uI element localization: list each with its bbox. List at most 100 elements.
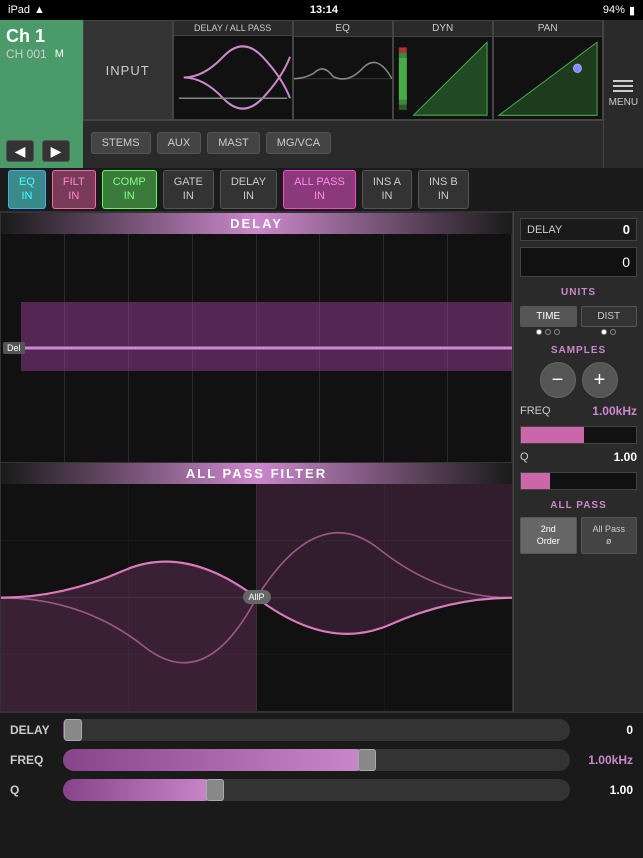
prev-button[interactable]: ◀: [6, 140, 34, 162]
q-slider-track[interactable]: [63, 779, 570, 801]
allpass-panel: ALL PASS FILTER: [0, 463, 513, 713]
mast-button[interactable]: MAST: [207, 132, 260, 154]
status-time: 13:14: [310, 4, 338, 16]
radio-dot-3: [554, 329, 560, 335]
delay-display-box[interactable]: 0: [520, 247, 637, 277]
time-unit-group: TIME: [520, 306, 577, 335]
allpass-order-row: 2ndOrder All Passø: [520, 517, 637, 554]
ins-b-button[interactable]: INS BIN: [418, 170, 469, 208]
freq-slider-value: 1.00kHz: [578, 753, 633, 767]
delay-display: Del: [1, 234, 512, 462]
input-box: INPUT: [83, 20, 173, 120]
battery-icon: ▮: [629, 4, 635, 17]
delay-display-value: 0: [622, 254, 630, 270]
time-button[interactable]: TIME: [520, 306, 577, 327]
delay-allpass-label: DELAY / ALL PASS: [174, 21, 292, 36]
menu-button[interactable]: MENU: [603, 20, 643, 168]
freq-slider-fill: [63, 749, 367, 771]
radio-dot-2: [545, 329, 551, 335]
stems-button[interactable]: STEMS: [91, 132, 151, 154]
freq-slider-thumb[interactable]: [358, 749, 376, 771]
delay-allpass-box[interactable]: DELAY / ALL PASS: [173, 20, 293, 120]
menu-label: MENU: [609, 97, 638, 108]
samples-plus-button[interactable]: +: [582, 362, 618, 398]
plugin-row: EQIN FILTIN COMPIN GATEIN DELAYIN ALL PA…: [0, 168, 643, 212]
delay-panel-title: DELAY: [1, 213, 512, 234]
delay-slider-row: DELAY 0: [10, 719, 633, 741]
channel-number: CH 001: [6, 47, 47, 61]
units-label: UNITS: [520, 287, 637, 298]
freq-row: FREQ 1.00kHz: [520, 404, 637, 418]
freq-mini-slider[interactable]: [520, 426, 637, 444]
freq-slider-label: FREQ: [10, 753, 55, 767]
ipad-label: iPad: [8, 4, 30, 16]
radio-dot-5: [610, 329, 616, 335]
freq-label: FREQ: [520, 405, 551, 417]
bottom-sliders: DELAY 0 FREQ 1.00kHz Q 1.00: [0, 712, 643, 822]
delay-in-button[interactable]: DELAYIN: [220, 170, 277, 208]
delay-line: [21, 346, 512, 349]
status-left: iPad ▲: [8, 4, 45, 16]
dyn-label: DYN: [394, 21, 492, 37]
delay-slider-label: DELAY: [10, 723, 55, 737]
header-nav-row: STEMS AUX MAST MG/VCA: [83, 120, 603, 164]
allpass-phi-button[interactable]: All Passø: [581, 517, 638, 554]
q-slider-fill: [63, 779, 215, 801]
comp-in-button[interactable]: COMPIN: [102, 170, 157, 208]
delay-panel: DELAY Del: [0, 212, 513, 463]
allpass-right-label: ALL PASS: [520, 500, 637, 511]
freq-value: 1.00kHz: [592, 404, 637, 418]
aux-button[interactable]: AUX: [157, 132, 202, 154]
delay-slider-thumb[interactable]: [64, 719, 82, 741]
q-slider-value: 1.00: [578, 783, 633, 797]
radio-dot-4: [601, 329, 607, 335]
allpass-display: AllP: [1, 484, 512, 712]
header-middle: INPUT DELAY / ALL PASS: [83, 20, 603, 168]
order-2nd-button[interactable]: 2ndOrder: [520, 517, 577, 554]
allpass-tag: AllP: [242, 590, 270, 604]
eq-in-button[interactable]: EQIN: [8, 170, 46, 208]
q-slider-thumb[interactable]: [206, 779, 224, 801]
q-slider-fill: [521, 473, 550, 489]
allpass-in-button[interactable]: ALL PASSIN: [283, 170, 356, 208]
status-bar: iPad ▲ 13:14 94% ▮: [0, 0, 643, 20]
q-label: Q: [520, 451, 529, 463]
delay-allpass-visual: [174, 36, 292, 119]
eq-label: EQ: [294, 21, 392, 37]
right-panel: DELAY 0 0 UNITS TIME DIST: [513, 212, 643, 712]
status-right: 94% ▮: [603, 4, 635, 17]
eq-box[interactable]: EQ: [293, 20, 393, 120]
dist-button[interactable]: DIST: [581, 306, 638, 327]
delay-slider-value: 0: [578, 723, 633, 737]
delay-value-box: DELAY 0: [520, 218, 637, 241]
delay-slider-track[interactable]: [63, 719, 570, 741]
channel-m-label: M: [55, 48, 64, 60]
time-radio-dots: [520, 329, 577, 335]
next-button[interactable]: ▶: [42, 140, 70, 162]
filt-in-button[interactable]: FILTIN: [52, 170, 96, 208]
channel-box: Ch 1 CH 001 M ◀ ▶: [0, 20, 83, 168]
mgvca-button[interactable]: MG/VCA: [266, 132, 331, 154]
battery-label: 94%: [603, 4, 625, 16]
q-row: Q 1.00: [520, 450, 637, 464]
dyn-box[interactable]: DYN: [393, 20, 493, 120]
samples-minus-button[interactable]: −: [540, 362, 576, 398]
q-slider-label: Q: [10, 783, 55, 797]
dist-unit-group: DIST: [581, 306, 638, 335]
eq-visual: [294, 37, 392, 120]
delay-fill: [21, 302, 512, 370]
delay-right-value: 0: [623, 222, 630, 237]
dist-radio-dots: [581, 329, 638, 335]
freq-slider-row: FREQ 1.00kHz: [10, 749, 633, 771]
input-label: INPUT: [106, 63, 150, 78]
freq-slider-track[interactable]: [63, 749, 570, 771]
units-row: TIME DIST: [520, 306, 637, 335]
q-mini-slider[interactable]: [520, 472, 637, 490]
menu-icon: [613, 80, 633, 92]
ins-a-button[interactable]: INS AIN: [362, 170, 412, 208]
freq-slider-fill: [521, 427, 584, 443]
gate-in-button[interactable]: GATEIN: [163, 170, 214, 208]
channel-name: Ch 1: [6, 26, 77, 47]
wifi-icon: ▲: [34, 4, 45, 16]
pan-box[interactable]: PAN: [493, 20, 603, 120]
